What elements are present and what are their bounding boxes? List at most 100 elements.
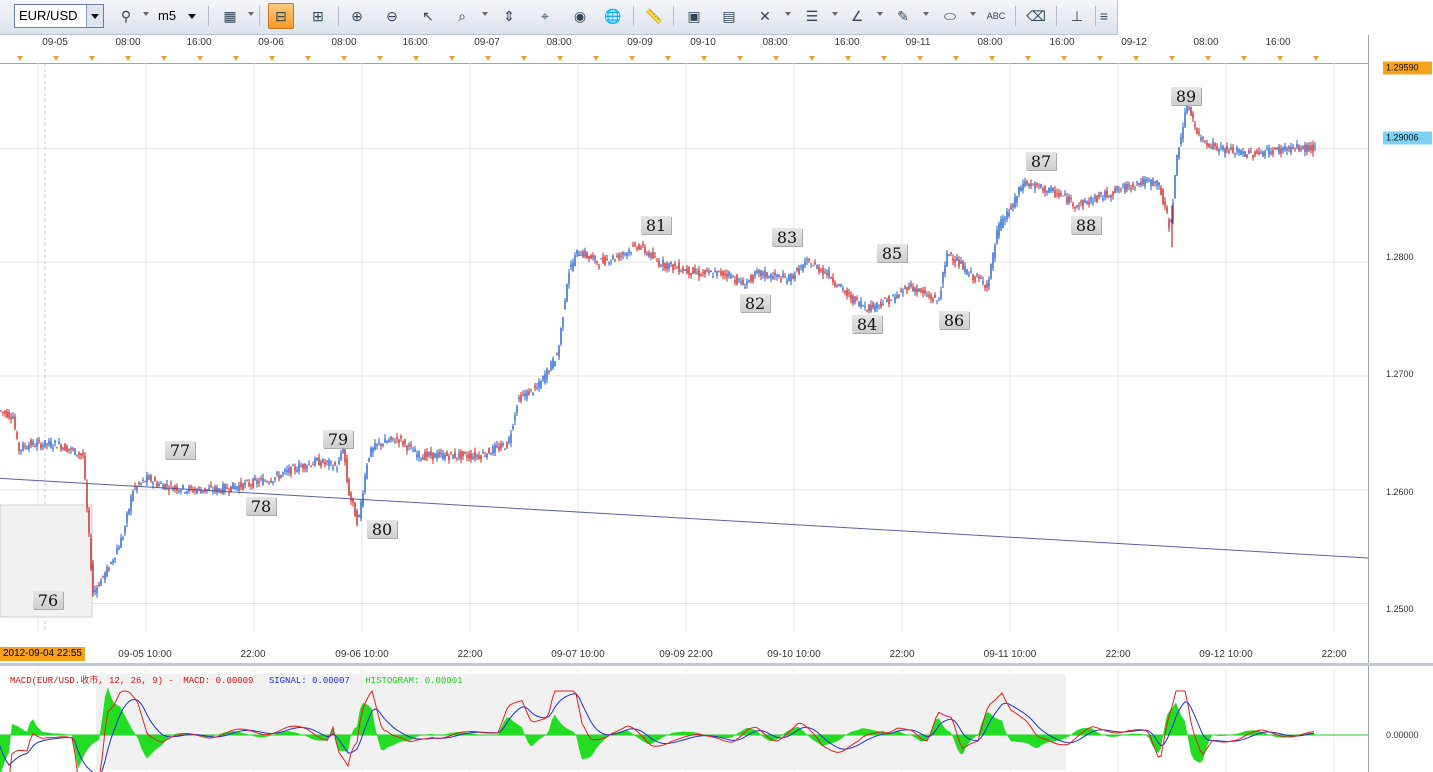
horizontal-line-dropdown-icon[interactable]	[832, 12, 838, 16]
candle-body	[1098, 193, 1100, 198]
indicator-icon[interactable]: ⚲	[114, 4, 138, 28]
wave-label-89[interactable]: 89	[1171, 87, 1201, 106]
eye-icon[interactable]: ◉	[568, 4, 592, 28]
candle-body	[1088, 201, 1090, 205]
candle-body	[264, 480, 266, 482]
candle-body	[252, 479, 254, 488]
draw-line-icon[interactable]: ✕	[753, 4, 777, 28]
zoom-out-icon[interactable]: ⊖	[380, 4, 404, 28]
bar-mode-button[interactable]: ⊞	[306, 4, 330, 28]
candle-body	[1242, 151, 1244, 154]
candle-body	[1198, 131, 1200, 134]
candle-body	[854, 296, 856, 303]
time-marker-icon	[485, 56, 491, 61]
fibonacci-dropdown-icon[interactable]	[877, 12, 883, 16]
candlestick-mode-button[interactable]: ⊟	[268, 3, 294, 29]
wave-label-77[interactable]: 77	[165, 441, 195, 460]
wave-label-86[interactable]: 86	[939, 311, 969, 330]
candle-body	[846, 289, 848, 297]
toolbar-overflow-icon[interactable]: ≡	[1096, 4, 1112, 28]
indicator-dropdown-icon[interactable]	[143, 12, 149, 16]
candle-body	[198, 487, 200, 489]
candle-body	[318, 457, 320, 466]
candle-body	[644, 246, 646, 253]
candle-body	[504, 448, 506, 450]
wave-label-85[interactable]: 85	[877, 244, 907, 263]
candle-body	[630, 252, 632, 254]
bottom-axis-label: 09-12 10:00	[1199, 649, 1253, 660]
crosshair-icon[interactable]: ⌖	[533, 4, 557, 28]
symbol-select[interactable]: EUR/USD	[14, 4, 104, 28]
candle-body	[948, 254, 950, 256]
candle-body	[540, 380, 542, 389]
candle-body	[424, 452, 426, 460]
candle-body	[470, 453, 472, 460]
ruler-icon[interactable]: 📏	[642, 4, 666, 28]
candle-body	[924, 289, 926, 294]
time-marker-icon	[845, 56, 851, 61]
cursor-icon[interactable]: ↖	[416, 4, 440, 28]
zoom-in-icon[interactable]: ⊕	[345, 4, 369, 28]
candle-body	[788, 274, 790, 282]
globe-icon[interactable]: 🌐	[601, 4, 625, 28]
candle-body	[564, 300, 566, 310]
candle-body	[836, 285, 838, 287]
wave-label-87[interactable]: 87	[1026, 152, 1056, 171]
hierarchy-icon[interactable]: ⊥	[1065, 4, 1089, 28]
candle-body	[292, 464, 294, 466]
high-price-marker: 1.29590	[1383, 61, 1432, 75]
chart-type-dropdown-icon[interactable]	[248, 12, 254, 16]
chart-type-icon[interactable]: ▦	[218, 4, 242, 28]
period-select[interactable]: m5	[158, 8, 176, 23]
wave-label-76[interactable]: 76	[33, 591, 63, 610]
pencil-icon[interactable]: ✎	[891, 4, 915, 28]
time-marker-icon	[1133, 56, 1139, 61]
candle-body	[676, 267, 678, 269]
candle-body	[530, 389, 532, 391]
ellipse-dropdown-icon[interactable]	[970, 12, 976, 16]
candle-body	[686, 268, 688, 273]
candle-body	[1112, 191, 1114, 196]
panel-splitter[interactable]	[0, 663, 1433, 666]
chevron-down-icon	[91, 14, 99, 19]
fit-icon[interactable]: ⇕	[497, 4, 521, 28]
draw-line-dropdown-icon[interactable]	[785, 12, 791, 16]
symbol-dropdown-button[interactable]	[86, 5, 103, 27]
image-icon[interactable]: ▣	[682, 4, 706, 28]
wave-label-78[interactable]: 78	[246, 497, 276, 516]
pencil-dropdown-icon[interactable]	[923, 12, 929, 16]
horizontal-line-icon[interactable]: ☰	[800, 4, 824, 28]
candle-body	[726, 273, 728, 278]
candle-body	[672, 264, 674, 270]
price-chart[interactable]	[0, 63, 1368, 632]
wave-label-83[interactable]: 83	[772, 228, 802, 247]
candle-body	[974, 276, 976, 282]
candle-body	[810, 266, 812, 268]
candle-body	[1190, 107, 1192, 116]
wave-label-88[interactable]: 88	[1071, 216, 1101, 235]
wave-label-81[interactable]: 81	[641, 216, 671, 235]
period-dropdown-icon[interactable]	[188, 14, 196, 19]
top-axis-label: 09-07	[474, 37, 500, 48]
wave-label-84[interactable]: 84	[852, 315, 882, 334]
candle-body	[584, 250, 586, 257]
candle-body	[1028, 183, 1030, 187]
wave-label-82[interactable]: 82	[740, 294, 770, 313]
template-icon[interactable]: ▤	[717, 4, 741, 28]
candle-body	[640, 247, 642, 249]
eraser-icon[interactable]: ⌫	[1024, 4, 1048, 28]
zoom-dropdown-icon[interactable]	[482, 12, 488, 16]
candle-body	[122, 537, 124, 540]
wave-label-80[interactable]: 80	[367, 520, 397, 539]
candle-body	[228, 491, 230, 493]
candle-body	[452, 454, 454, 459]
candle-body	[1134, 187, 1136, 189]
zoom-box-icon[interactable]: ⌕	[450, 4, 474, 28]
candle-body	[420, 458, 422, 460]
fibonacci-icon[interactable]: ∠	[845, 4, 869, 28]
candle-body	[492, 446, 494, 454]
ellipse-icon[interactable]: ⬭	[938, 4, 962, 28]
candle-body	[700, 274, 702, 277]
wave-label-79[interactable]: 79	[323, 430, 353, 449]
text-tool-icon[interactable]: ABC	[984, 4, 1008, 28]
